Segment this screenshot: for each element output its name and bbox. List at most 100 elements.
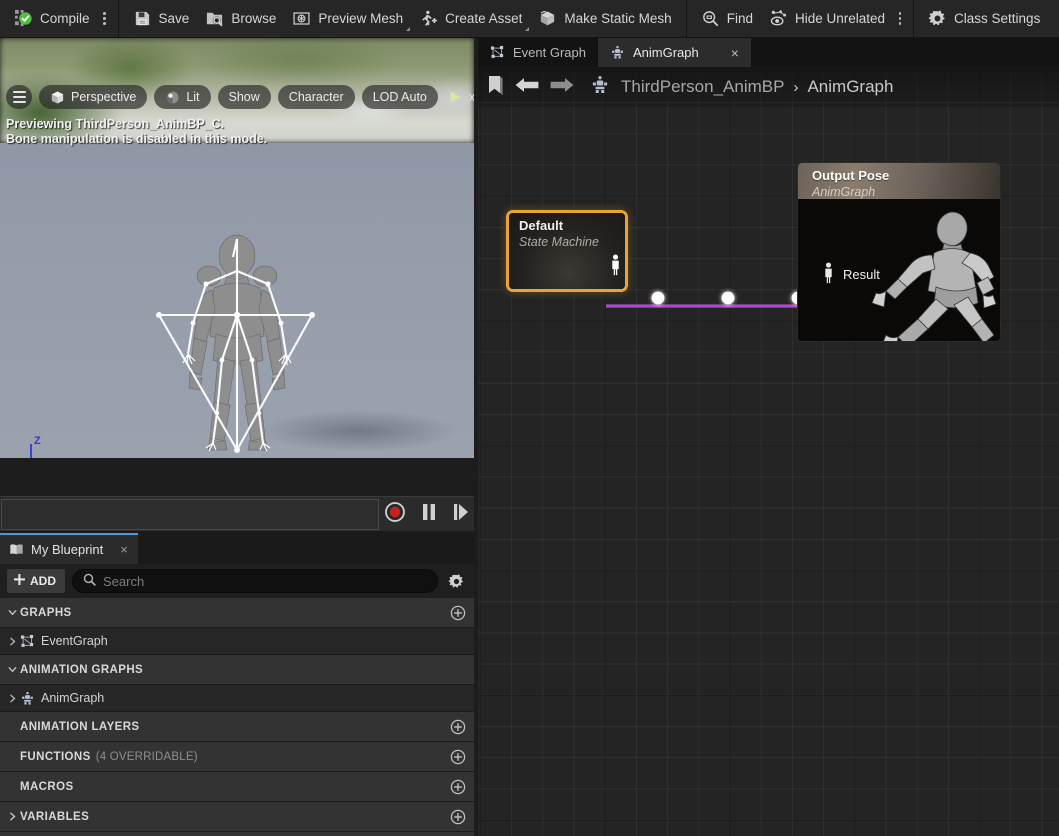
state-machine-node[interactable]: Default State Machine [506,210,628,292]
save-button-label: Save [158,11,190,26]
record-circle-icon[interactable] [384,501,406,528]
timeline-scrubber[interactable] [1,498,379,530]
search-input[interactable]: Search [72,569,438,593]
close-icon[interactable]: × [120,542,128,557]
output-pose-node-title: Output Pose [812,168,890,183]
section-animation-layers[interactable]: ANIMATION LAYERS [0,712,474,742]
result-pin-row[interactable]: Result [822,262,880,287]
breadcrumb-root[interactable]: ThirdPerson_AnimBP [621,77,784,97]
pose-pin-icon[interactable] [822,262,835,287]
tab-my-blueprint[interactable]: My Blueprint × [0,533,138,564]
create-asset-icon [419,9,438,28]
section-animation-graphs[interactable]: ANIMATION GRAPHS [0,655,474,685]
viewport-perspective-button[interactable]: Perspective [39,85,148,109]
my-blueprint-settings-button[interactable] [445,573,467,590]
section-functions-label: FUNCTIONS [20,750,91,763]
section-variables[interactable]: VARIABLES [0,802,474,832]
anim-graph-icon [20,691,35,706]
section-event-dispatchers[interactable]: EVENT DISPATCHERS [0,832,474,836]
make-static-mesh-button-label: Make Static Mesh [564,11,672,26]
chevron-right-icon[interactable] [5,812,20,821]
viewport-show-button[interactable]: Show [217,85,271,109]
add-button[interactable]: ADD [7,569,65,593]
viewport-perspective-label: Perspective [71,90,137,104]
viewport-menu-button[interactable] [6,85,32,109]
chevron-down-icon[interactable] [5,665,20,674]
compile-options-kebab[interactable] [98,4,112,34]
step-forward-icon[interactable] [452,502,470,527]
tree-item-eventgraph[interactable]: EventGraph [0,628,474,655]
blueprint-book-icon [9,542,24,557]
pose-out-pin[interactable] [609,254,622,281]
output-pose-node[interactable]: Output Pose AnimGraph Result [797,162,1001,342]
compile-button[interactable]: Compile [6,4,98,34]
toolbar-group-tools: Find Hide Unrelated [687,0,913,38]
my-blueprint-search-row: ADD Search [0,564,474,598]
save-disk-icon [133,9,152,28]
hide-unrelated-button[interactable]: Hide Unrelated [761,4,893,34]
graph-tabbar: Event Graph AnimGraph × [478,38,1059,67]
viewport-playrate-label: x1.0 [468,90,474,104]
tree-item-animgraph-label: AnimGraph [41,691,105,705]
viewport-lit-button[interactable]: Lit [154,85,211,109]
left-column: Perspective Lit Show Character LOD Auto … [0,38,474,836]
section-graphs[interactable]: GRAPHS [0,598,474,628]
pause-icon[interactable] [420,502,438,527]
event-graph-icon [490,45,505,60]
section-variables-label: VARIABLES [20,810,90,823]
find-button[interactable]: Find [693,4,761,34]
chevron-down-icon[interactable] [525,26,530,31]
close-icon[interactable]: × [731,45,739,61]
tab-anim-graph-label: AnimGraph [633,45,699,60]
compile-button-label: Compile [40,11,90,26]
add-animation-layer-button[interactable] [450,719,466,735]
output-pose-node-body: Result [798,199,1000,341]
bookmark-icon[interactable] [486,74,505,101]
tree-item-animgraph[interactable]: AnimGraph [0,685,474,712]
section-graphs-label: GRAPHS [20,606,72,619]
viewport-playrate-button[interactable]: x1.0 [445,85,474,109]
make-static-mesh-icon [538,9,557,28]
hamburger-icon [12,91,26,103]
tab-event-graph-label: Event Graph [513,45,586,60]
hide-unrelated-button-label: Hide Unrelated [794,11,886,26]
add-graph-button[interactable] [450,605,466,621]
chevron-right-icon[interactable] [5,637,20,646]
tab-event-graph[interactable]: Event Graph [478,38,598,67]
tab-anim-graph[interactable]: AnimGraph × [598,38,751,67]
viewport-lod-button[interactable]: LOD Auto [361,85,438,109]
add-function-button[interactable] [450,749,466,765]
section-animation-layers-label: ANIMATION LAYERS [20,720,140,733]
add-macro-button[interactable] [450,779,466,795]
lighting-sphere-icon [165,90,180,105]
add-variable-button[interactable] [450,809,466,825]
preview-status-line2: Bone manipulation is disabled in this mo… [6,132,268,146]
viewport-character-label: Character [288,90,344,104]
section-macros[interactable]: MACROS [0,772,474,802]
graph-canvas[interactable]: Default State Machine Output Pose AnimGr… [478,67,1059,836]
create-asset-button[interactable]: Create Asset [411,4,530,34]
class-settings-button[interactable]: Class Settings [920,4,1048,34]
viewport-lod-label: LOD Auto [372,90,427,104]
hide-unrelated-eye-icon [769,9,788,28]
preview-status-overlay: Previewing ThirdPerson_AnimBP_C. Bone ma… [6,117,267,147]
chevron-down-icon[interactable] [406,26,411,31]
make-static-mesh-button[interactable]: Make Static Mesh [530,4,679,34]
preview-mesh-button[interactable]: Preview Mesh [284,4,411,34]
state-machine-node-title: Default [519,218,564,233]
state-machine-node-subtitle: State Machine [519,235,599,249]
browse-button[interactable]: Browse [197,4,284,34]
chevron-down-icon[interactable] [5,608,20,617]
main-toolbar: Compile Save Browse Preview Mesh Create … [0,0,1059,38]
save-button[interactable]: Save [125,4,198,34]
hide-unrelated-options-kebab[interactable] [893,4,907,34]
chevron-right-icon[interactable] [5,694,20,703]
arrow-right-icon[interactable] [549,75,575,100]
section-functions[interactable]: FUNCTIONS (4 OVERRIDABLE) [0,742,474,772]
arrow-left-icon[interactable] [514,75,540,100]
preview-viewport[interactable]: Perspective Lit Show Character LOD Auto … [0,38,474,458]
viewport-character-button[interactable]: Character [277,85,355,109]
preview-status-line1: Previewing ThirdPerson_AnimBP_C. [6,117,225,131]
breadcrumb-current[interactable]: AnimGraph [807,77,893,97]
plus-icon [13,573,26,589]
